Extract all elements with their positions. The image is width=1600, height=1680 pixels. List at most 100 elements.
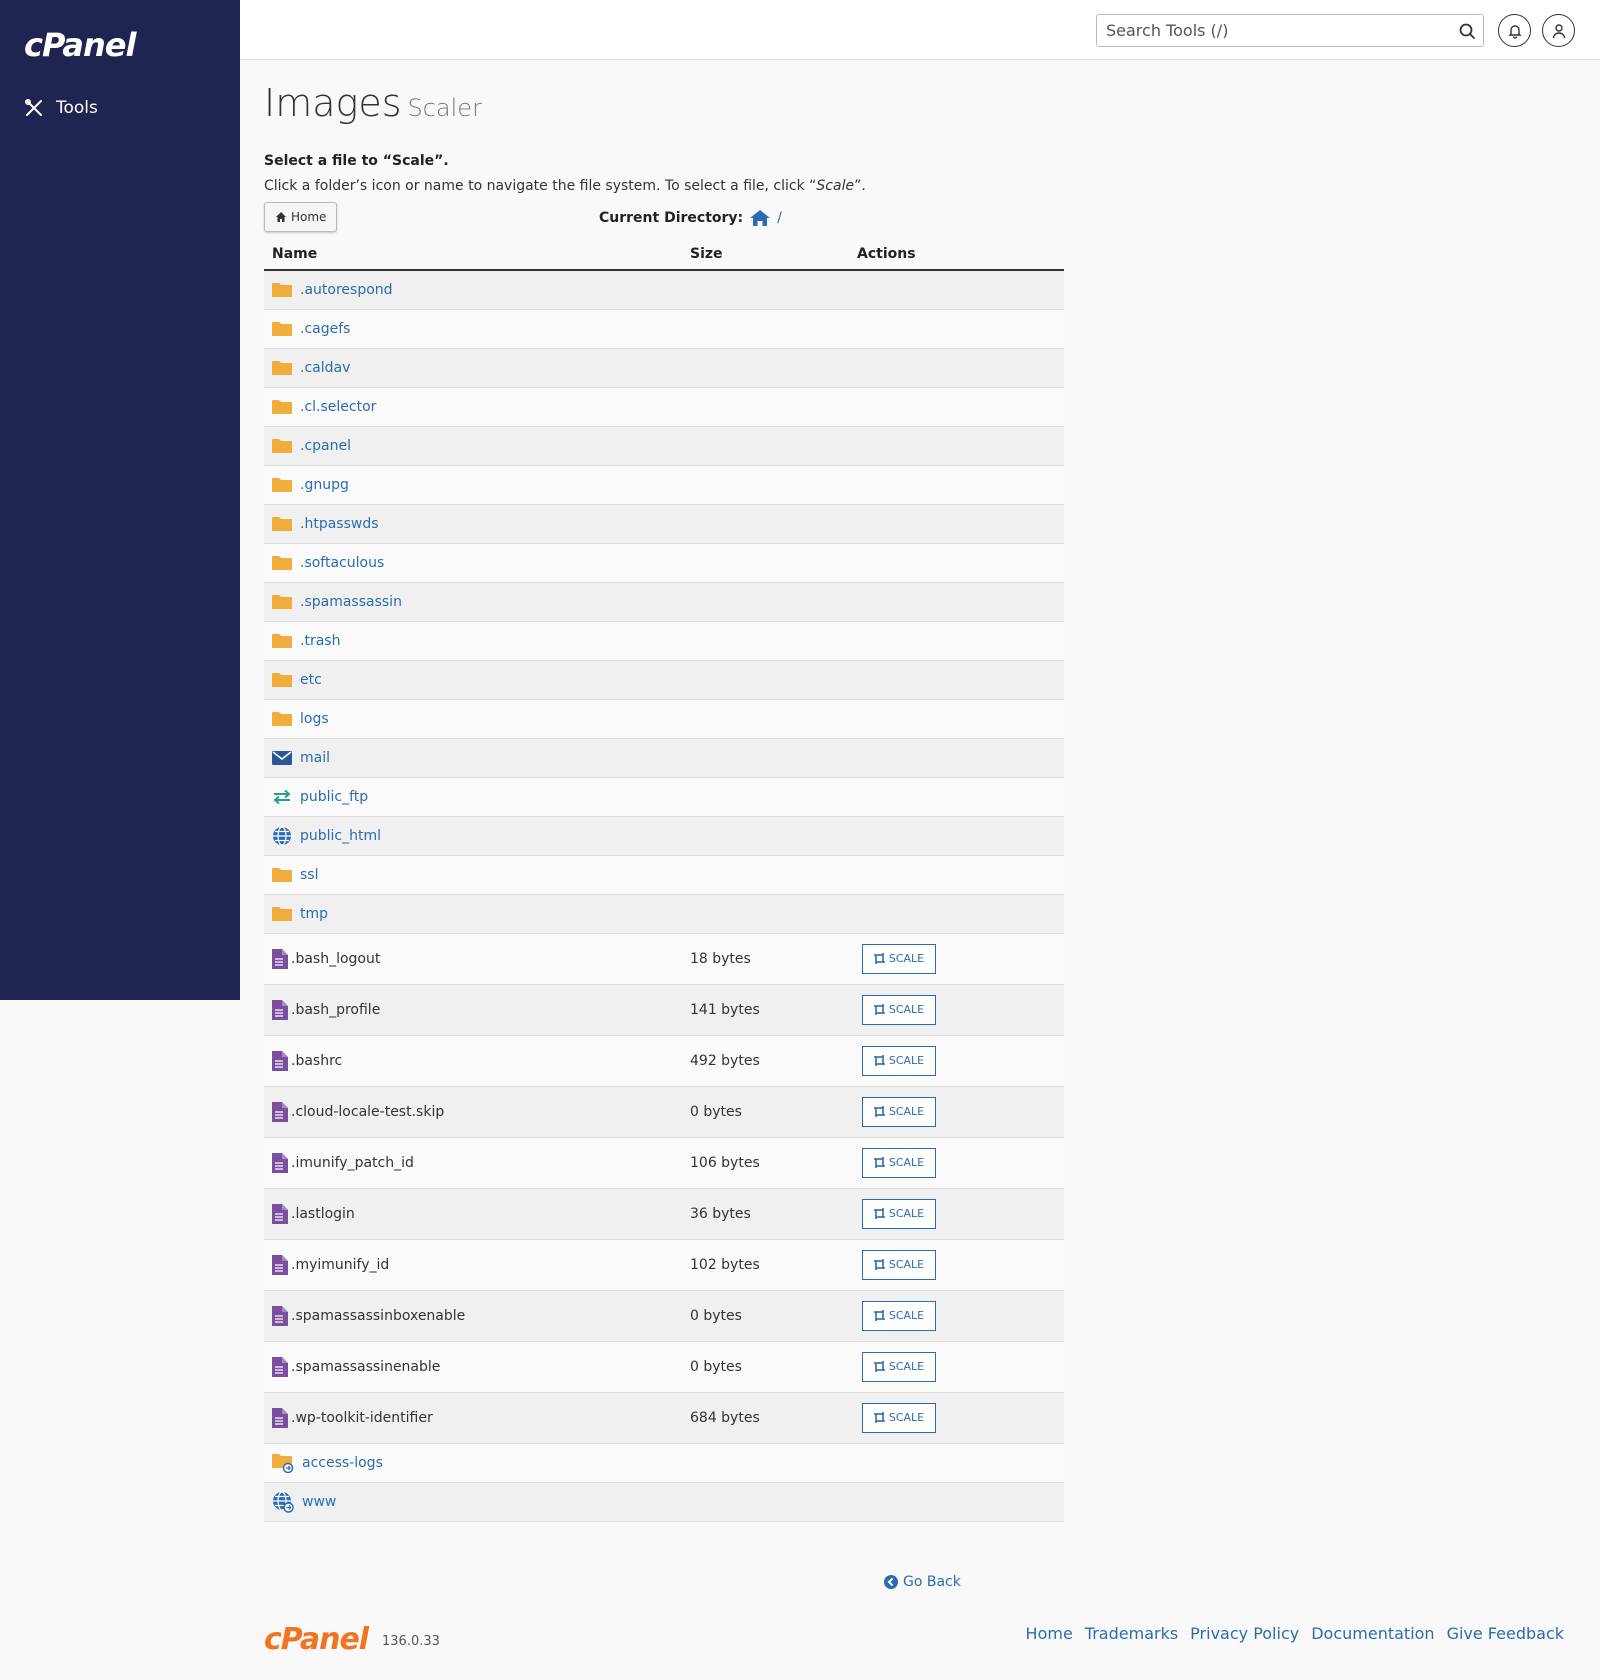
search-icon[interactable] (1458, 22, 1476, 40)
table-row: .myimunify_id 102 bytes SCALE (264, 1239, 1064, 1290)
folder-link[interactable]: access-logs (302, 1455, 383, 1471)
size-cell (682, 738, 849, 777)
size-cell (682, 582, 849, 621)
crop-icon (873, 1055, 885, 1066)
cpanel-logo[interactable]: cPanel (24, 26, 136, 64)
actions-cell (849, 855, 1064, 894)
notifications-button[interactable] (1498, 14, 1531, 47)
scale-button[interactable]: SCALE (862, 1300, 936, 1331)
folder-link[interactable]: www (302, 1494, 336, 1510)
size-cell (682, 387, 849, 426)
globe-link-icon[interactable] (272, 1490, 294, 1513)
folder-icon[interactable] (272, 555, 292, 571)
folder-link[interactable]: mail (300, 750, 330, 766)
scale-button[interactable]: SCALE (862, 1198, 936, 1229)
file-name: .bash_profile (291, 1001, 381, 1018)
folder-link[interactable]: .gnupg (300, 477, 349, 493)
file-size: 102 bytes (690, 1256, 760, 1273)
footer-link-give-feedback[interactable]: Give Feedback (1447, 1624, 1564, 1643)
transfer-arrows-icon[interactable] (272, 789, 292, 805)
folder-link[interactable]: .htpasswds (300, 516, 379, 532)
home-directory-icon[interactable] (749, 209, 771, 227)
actions-cell (849, 816, 1064, 855)
search-box (1096, 14, 1484, 47)
folder-icon[interactable] (272, 516, 292, 532)
folder-icon[interactable] (272, 477, 292, 493)
search-input[interactable] (1097, 15, 1437, 46)
actions-cell (849, 894, 1064, 933)
folder-icon[interactable] (272, 360, 292, 376)
file-size: 0 bytes (690, 1358, 742, 1375)
table-row: .spamassassin (264, 582, 1064, 621)
scale-button[interactable]: SCALE (862, 1045, 936, 1076)
folder-icon[interactable] (272, 282, 292, 298)
size-cell (682, 465, 849, 504)
folder-link[interactable]: .cl.selector (300, 399, 376, 415)
footer-link-documentation[interactable]: Documentation (1311, 1624, 1434, 1643)
scale-button[interactable]: SCALE (862, 994, 936, 1025)
actions-cell (849, 699, 1064, 738)
column-header-actions: Actions (849, 238, 1064, 271)
file-icon (272, 999, 288, 1020)
scale-button[interactable]: SCALE (862, 1147, 936, 1178)
column-header-name: Name (264, 238, 682, 271)
folder-icon[interactable] (272, 672, 292, 688)
folder-link[interactable]: public_ftp (300, 789, 368, 805)
table-row: public_ftp (264, 777, 1064, 816)
size-cell (682, 426, 849, 465)
folder-icon[interactable] (272, 711, 292, 727)
folder-link[interactable]: .spamassassin (300, 594, 402, 610)
actions-cell (849, 660, 1064, 699)
size-cell (682, 1443, 849, 1482)
user-menu-button[interactable] (1542, 14, 1575, 47)
folder-icon[interactable] (272, 399, 292, 415)
folder-link[interactable]: .autorespond (300, 282, 393, 298)
scale-button[interactable]: SCALE (862, 1096, 936, 1127)
scale-button[interactable]: SCALE (862, 1249, 936, 1280)
file-name: .imunify_patch_id (291, 1154, 414, 1171)
folder-icon[interactable] (272, 438, 292, 454)
folder-link[interactable]: .cagefs (300, 321, 350, 337)
crop-icon (873, 1208, 885, 1219)
globe-icon[interactable] (272, 825, 292, 846)
envelope-icon[interactable] (272, 750, 292, 766)
folder-link[interactable]: .cpanel (300, 438, 351, 454)
file-icon (272, 1356, 288, 1377)
footer-link-privacy-policy[interactable]: Privacy Policy (1190, 1624, 1299, 1643)
folder-link[interactable]: .trash (300, 633, 340, 649)
file-icon (272, 948, 288, 969)
folder-link[interactable]: logs (300, 711, 329, 727)
scale-button[interactable]: SCALE (862, 943, 936, 974)
footer-link-home[interactable]: Home (1026, 1624, 1073, 1643)
folder-link[interactable]: etc (300, 672, 322, 688)
crop-icon (873, 1259, 885, 1270)
file-icon (272, 1152, 288, 1173)
folder-icon[interactable] (272, 594, 292, 610)
table-row: .spamassassinboxenable 0 bytes SCALE (264, 1290, 1064, 1341)
sidebar-item-tools[interactable]: Tools (24, 94, 98, 122)
folder-link[interactable]: .softaculous (300, 555, 384, 571)
current-directory: Current Directory: / (599, 209, 782, 227)
user-icon (1552, 23, 1565, 38)
folder-icon[interactable] (272, 321, 292, 337)
folder-link[interactable]: public_html (300, 828, 381, 844)
folder-icon[interactable] (272, 633, 292, 649)
folder-icon[interactable] (272, 867, 292, 883)
current-directory-path[interactable]: / (777, 210, 782, 226)
home-button[interactable]: Home (264, 202, 338, 232)
folder-link-icon[interactable] (272, 1453, 294, 1473)
file-size: 106 bytes (690, 1154, 760, 1171)
actions-cell (849, 270, 1064, 309)
footer-link-trademarks[interactable]: Trademarks (1085, 1624, 1178, 1643)
scale-button[interactable]: SCALE (862, 1402, 936, 1433)
file-table: Name Size Actions .autorespond .cagefs .… (264, 238, 1064, 1522)
folder-link[interactable]: ssl (300, 867, 318, 883)
scale-button[interactable]: SCALE (862, 1351, 936, 1382)
folder-link[interactable]: tmp (300, 906, 328, 922)
file-size: 0 bytes (690, 1103, 742, 1120)
crop-icon (873, 1157, 885, 1168)
go-back-link[interactable]: Go Back (884, 1574, 961, 1590)
actions-cell (849, 309, 1064, 348)
folder-link[interactable]: .caldav (300, 360, 350, 376)
folder-icon[interactable] (272, 906, 292, 922)
